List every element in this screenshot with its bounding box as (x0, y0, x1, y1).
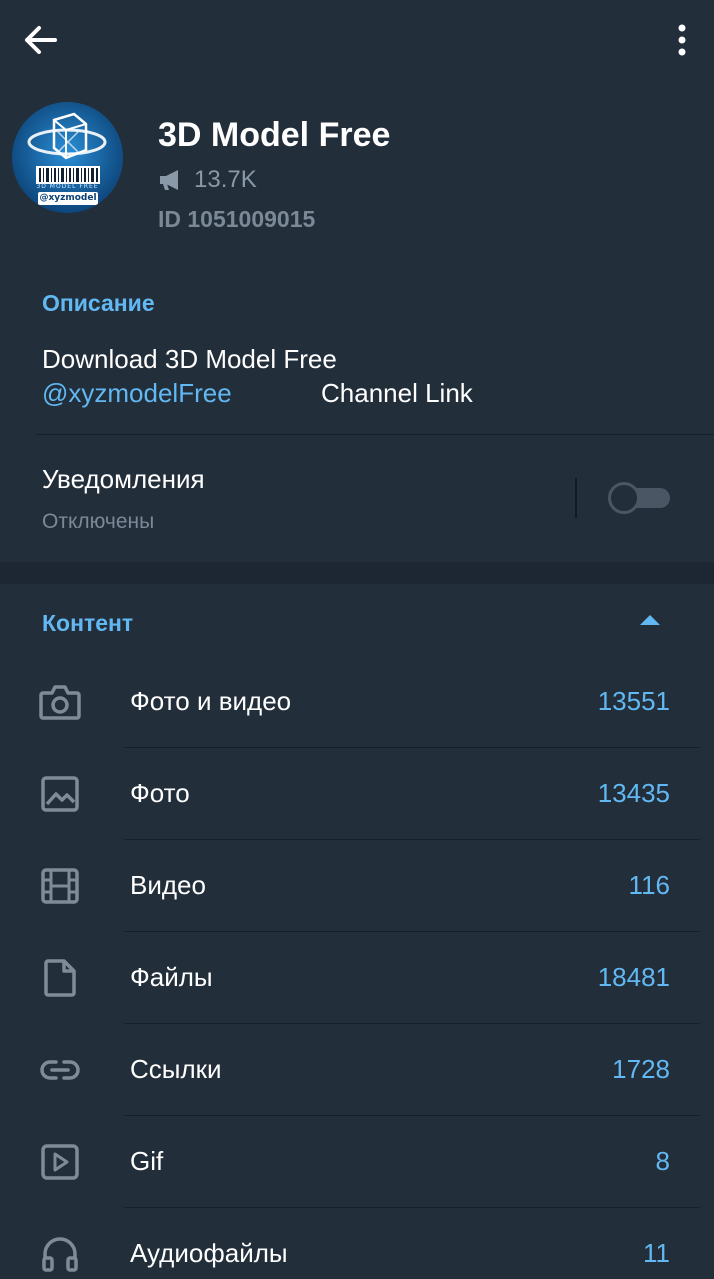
megaphone-icon (160, 170, 178, 190)
triangle-up-icon (640, 615, 660, 625)
vertical-separator (575, 478, 577, 518)
link-icon (38, 1048, 82, 1092)
avatar-badge-text: @xyzmodel (39, 193, 97, 203)
item-count: 11 (643, 1238, 670, 1268)
notifications-title: Уведомления (42, 464, 205, 494)
subscribers-row: 13.7K (158, 166, 257, 194)
item-count: 18481 (597, 962, 670, 992)
notifications-status: Отключены (42, 510, 155, 533)
description-title: Описание (42, 290, 155, 316)
notifications-row[interactable]: Уведомления Отключены (0, 436, 714, 560)
content-item-files[interactable]: Файлы 18481 (0, 932, 714, 1024)
content-item-gif[interactable]: Gif 8 (0, 1116, 714, 1208)
gif-icon (38, 1140, 82, 1184)
content-item-photos[interactable]: Фото 13435 (0, 748, 714, 840)
avatar-barcode-text: 3D MODEL FREE (36, 183, 99, 190)
channel-avatar[interactable]: 3D MODEL FREE @xyzmodel (12, 102, 123, 213)
item-count: 8 (655, 1146, 670, 1176)
description-link[interactable]: @xyzmodelFree (42, 378, 232, 409)
film-icon (38, 864, 82, 908)
channel-id: ID 1051009015 (158, 206, 316, 232)
description-link-suffix: Channel Link (321, 378, 473, 408)
content-item-videos[interactable]: Видео 116 (0, 840, 714, 932)
content-item-photos-videos[interactable]: Фото и видео 13551 (0, 656, 714, 748)
divider (36, 434, 714, 435)
content-title: Контент (42, 610, 134, 636)
content-item-audio[interactable]: Аудиофайлы 11 (0, 1208, 714, 1279)
channel-name: 3D Model Free (158, 116, 391, 154)
item-count: 116 (628, 870, 670, 900)
more-vertical-icon (678, 24, 686, 56)
file-icon (38, 956, 82, 1000)
collapse-content-button[interactable] (628, 604, 672, 636)
item-label: Файлы (130, 962, 213, 992)
item-count: 13435 (597, 778, 670, 808)
arrow-left-icon (25, 26, 57, 54)
item-count: 1728 (612, 1054, 670, 1084)
notifications-toggle[interactable] (608, 482, 670, 514)
back-button[interactable] (16, 18, 64, 62)
item-label: Gif (130, 1146, 164, 1176)
more-options-button[interactable] (658, 18, 706, 62)
item-label: Фото (130, 778, 190, 808)
item-label: Видео (130, 870, 206, 900)
item-count: 13551 (597, 686, 670, 716)
toggle-knob (608, 482, 640, 514)
item-label: Ссылки (130, 1054, 222, 1084)
description-text: Download 3D Model Free (42, 344, 337, 374)
image-icon (38, 772, 82, 816)
item-label: Фото и видео (130, 686, 292, 716)
subscribers-count: 13.7K (194, 166, 257, 193)
content-item-links[interactable]: Ссылки 1728 (0, 1024, 714, 1116)
camera-icon (38, 680, 82, 724)
item-label: Аудиофайлы (130, 1238, 288, 1268)
headphones-icon (38, 1232, 82, 1276)
